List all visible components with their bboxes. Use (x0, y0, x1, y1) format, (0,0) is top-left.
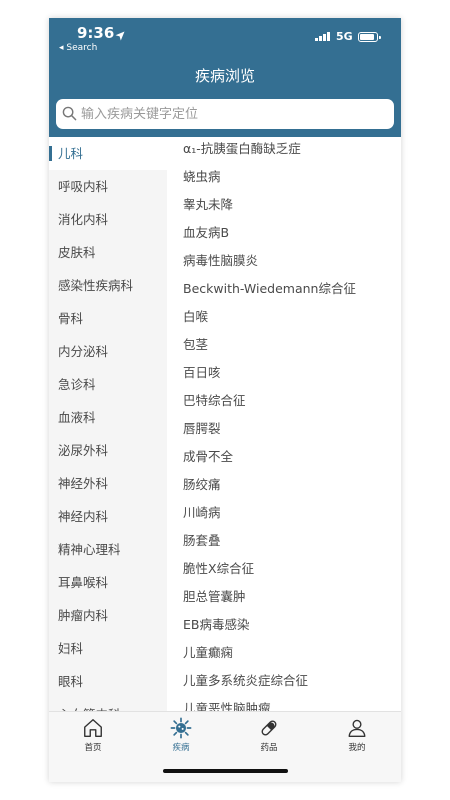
disease-item[interactable]: 蛲虫病 (167, 165, 401, 193)
sidebar-item[interactable]: 骨科 (49, 302, 167, 335)
sidebar-item[interactable]: 血液科 (49, 401, 167, 434)
disease-item[interactable]: 成骨不全 (167, 445, 401, 473)
tab-person[interactable]: 我的 (313, 717, 401, 753)
home-icon (49, 717, 137, 739)
sidebar-item[interactable]: 心血管内科 (49, 698, 167, 711)
battery-icon (358, 32, 381, 42)
disease-item[interactable]: 唇腭裂 (167, 417, 401, 445)
back-to-search-link[interactable]: ◂ Search (59, 43, 97, 53)
sidebar-item[interactable]: 儿科 (49, 137, 167, 170)
sidebar-item[interactable]: 耳鼻喉科 (49, 566, 167, 599)
virus-icon (137, 717, 225, 739)
disease-item[interactable]: 睾丸未降 (167, 193, 401, 221)
department-sidebar[interactable]: 儿科 呼吸内科 消化内科 皮肤科 感染性疾病科 骨科 内分泌科 急诊科 血液科 泌尿外科 神经外科神… (49, 137, 167, 711)
sidebar-item[interactable]: 泌尿外科 (49, 434, 167, 467)
disease-item[interactable]: 脆性X综合征 (167, 557, 401, 585)
sidebar-item[interactable]: 眼科 (49, 665, 167, 698)
sidebar-item[interactable]: 精神心理科 (49, 533, 167, 566)
disease-item[interactable]: 儿童癫痫 (167, 641, 401, 669)
sidebar-item[interactable]: 感染性疾病科 (49, 269, 167, 302)
network-type: 5G (336, 30, 353, 43)
person-icon (313, 717, 401, 739)
home-indicator (163, 769, 288, 773)
tab-label: 疾病 (172, 743, 190, 753)
sidebar-item[interactable]: 妇科 (49, 632, 167, 665)
disease-item[interactable]: 儿童多系统炎症综合征 (167, 669, 401, 697)
sidebar-item[interactable]: 皮肤科 (49, 236, 167, 269)
status-time: 9:36 (77, 24, 115, 42)
disease-item[interactable]: 胆总管囊肿 (167, 585, 401, 613)
page-title: 疾病浏览 (194, 67, 255, 85)
disease-item[interactable]: 白喉 (167, 305, 401, 333)
search-icon (62, 106, 77, 125)
search-box[interactable] (56, 99, 394, 129)
sidebar-item[interactable]: 呼吸内科 (49, 170, 167, 203)
disease-item[interactable]: Beckwith-Wiedemann综合征 (167, 277, 401, 305)
status-bar: 9:36 ◂ Search 5G (49, 18, 401, 62)
sidebar-item[interactable]: 消化内科 (49, 203, 167, 236)
tab-label: 首页 (84, 743, 102, 753)
disease-item[interactable]: 巴特综合征 (167, 389, 401, 417)
location-arrow-icon (115, 26, 125, 45)
disease-item[interactable]: 川崎病 (167, 501, 401, 529)
app-header: 9:36 ◂ Search 5G 疾病浏览 (49, 18, 401, 137)
tab-pill[interactable]: 药品 (225, 717, 313, 753)
sidebar-item[interactable]: 急诊科 (49, 368, 167, 401)
tab-label: 我的 (348, 743, 366, 753)
tab-home[interactable]: 首页 (49, 717, 137, 753)
search-input[interactable] (81, 99, 386, 129)
disease-item[interactable]: α₁-抗胰蛋白酶缺乏症 (167, 137, 401, 165)
sidebar-item[interactable]: 肿瘤内科 (49, 599, 167, 632)
disease-item[interactable]: 百日咳 (167, 361, 401, 389)
disease-item[interactable]: 肠套叠 (167, 529, 401, 557)
disease-item[interactable]: 血友病B (167, 221, 401, 249)
disease-item[interactable]: 包茎 (167, 333, 401, 361)
tab-virus[interactable]: 疾病 (137, 717, 225, 753)
disease-item[interactable]: 肠绞痛 (167, 473, 401, 501)
disease-item[interactable]: 儿童恶性脑肿瘤 (167, 697, 401, 711)
signal-icon (315, 32, 330, 41)
disease-list[interactable]: α₁-抗胰蛋白酶缺乏症 蛲虫病 睾丸未降 血友病B 病毒性脑膜炎 Beckwith-Wie… (167, 137, 401, 711)
phone-screen: 9:36 ◂ Search 5G 疾病浏览 儿科呼吸内科消化内科皮肤科感染性疾病… (49, 18, 401, 782)
sidebar-item[interactable]: 神经内科 (49, 500, 167, 533)
disease-item[interactable]: 病毒性脑膜炎 (167, 249, 401, 277)
tab-label: 药品 (260, 743, 278, 753)
disease-item[interactable]: EB病毒感染 (167, 613, 401, 641)
sidebar-item[interactable]: 内分泌科 (49, 335, 167, 368)
sidebar-item[interactable]: 神经外科 (49, 467, 167, 500)
pill-icon (225, 717, 313, 739)
